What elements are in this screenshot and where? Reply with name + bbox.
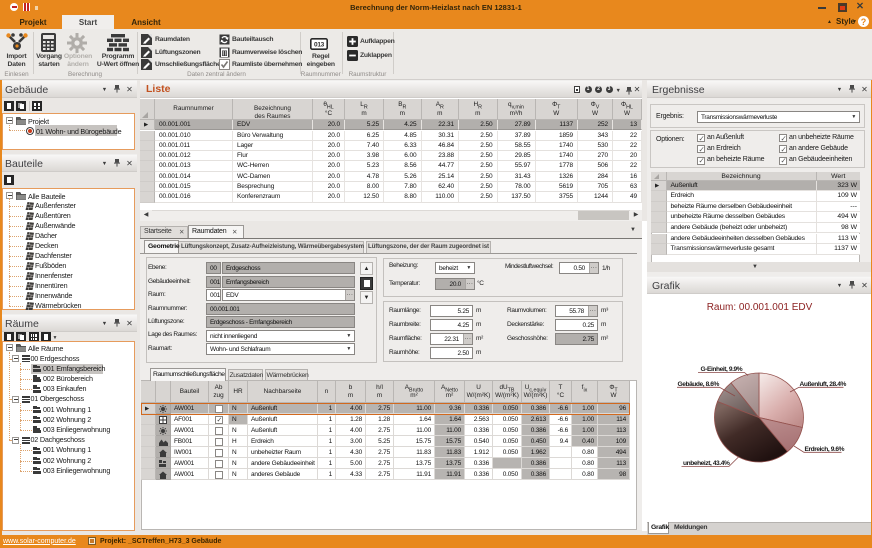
svg-text:G-Einheit, 9.9%: G-Einheit, 9.9%: [701, 366, 743, 373]
svg-text:Erdreich, 9.6%: Erdreich, 9.6%: [805, 446, 845, 453]
svg-text:unbeheizt, 43.4%: unbeheizt, 43.4%: [683, 460, 730, 467]
svg-text:Gebäude, 8.6%: Gebäude, 8.6%: [678, 381, 720, 388]
svg-text:Außenluft, 28.4%: Außenluft, 28.4%: [800, 381, 847, 388]
